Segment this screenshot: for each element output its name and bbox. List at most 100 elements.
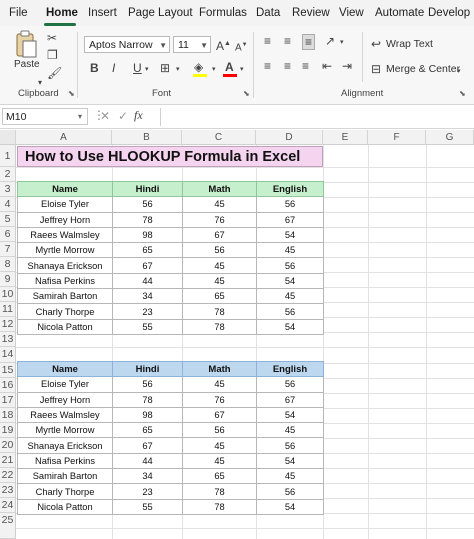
cell-english[interactable]: 56 (256, 257, 324, 274)
cell-name[interactable]: Shanaya Erickson (17, 257, 113, 274)
cell-name[interactable]: Myrtle Morrow (17, 422, 113, 439)
cut-icon[interactable]: ✂ (47, 31, 57, 45)
grow-font-icon[interactable]: A▲ (216, 37, 231, 53)
clipboard-launcher-icon[interactable]: ⬊ (68, 89, 75, 98)
menu-view[interactable]: View (339, 0, 364, 26)
format-painter-icon[interactable]: 🖌 (47, 66, 62, 80)
cell-hindi[interactable]: 56 (112, 376, 183, 393)
row-header[interactable]: 5 (0, 212, 16, 228)
row-header[interactable]: 3 (0, 182, 16, 198)
merge-center-button[interactable]: Merge & Center (386, 63, 460, 75)
cell-math[interactable]: 56 (182, 422, 257, 439)
cell-math[interactable]: 45 (182, 452, 257, 470)
cell-math[interactable]: 45 (182, 257, 257, 274)
cell-hindi[interactable]: 56 (112, 196, 183, 213)
cell-name[interactable]: Myrtle Morrow (17, 242, 113, 259)
cell-math[interactable]: 76 (182, 391, 257, 408)
merge-dropdown-icon[interactable]: ▾ (457, 65, 461, 79)
column-header-e[interactable]: E (323, 130, 368, 145)
menu-developer[interactable]: Develop (428, 0, 470, 26)
cell-english[interactable]: 45 (256, 422, 324, 439)
column-header-a[interactable]: A (16, 130, 112, 145)
cell-math[interactable]: 65 (182, 288, 257, 305)
cell-english[interactable]: 56 (256, 196, 324, 213)
cell-math[interactable]: 45 (182, 196, 257, 213)
row-header[interactable]: 14 (0, 347, 16, 363)
cell-math[interactable]: 76 (182, 211, 257, 228)
cancel-icon[interactable]: ✕ (100, 109, 110, 123)
align-center-icon[interactable]: ≡ (284, 59, 291, 73)
cell-math[interactable]: 65 (182, 468, 257, 485)
row-header[interactable]: 7 (0, 242, 16, 258)
cell-name[interactable]: Charly Thorpe (17, 483, 113, 500)
cell-english[interactable]: 54 (256, 452, 324, 470)
cell-name[interactable]: Samirah Barton (17, 288, 113, 305)
cell-english[interactable]: 56 (256, 376, 324, 393)
borders-icon[interactable]: ⊞ (160, 61, 170, 75)
formula-input[interactable] (164, 108, 470, 126)
row-header[interactable]: 19 (0, 422, 16, 438)
cell-name[interactable]: Nafisa Perkins (17, 272, 113, 290)
wrap-text-icon[interactable]: ↩ (371, 37, 381, 51)
row-header[interactable]: 9 (0, 272, 16, 288)
bold-button[interactable]: B (90, 61, 99, 75)
cell-english[interactable]: 56 (256, 483, 324, 500)
cell-name[interactable]: Samirah Barton (17, 468, 113, 485)
orientation-dropdown-icon[interactable]: ▾ (340, 36, 344, 50)
header-math[interactable]: Math (182, 180, 257, 198)
fill-color-button[interactable]: ◈ (193, 60, 209, 78)
orientation-icon[interactable]: ↗ (325, 34, 335, 48)
cell-english[interactable]: 45 (256, 468, 324, 485)
cell-english[interactable]: 45 (256, 242, 324, 259)
insert-function-button[interactable]: fx (134, 108, 143, 122)
header-english[interactable]: English (256, 180, 324, 198)
header-hindi[interactable]: Hindi (112, 360, 183, 378)
row-header[interactable]: 1 (0, 145, 16, 167)
row-header[interactable]: 8 (0, 257, 16, 273)
enter-icon[interactable]: ✓ (118, 109, 128, 123)
cell-hindi[interactable]: 78 (112, 211, 183, 228)
align-bottom-icon[interactable]: ≡ (302, 34, 316, 50)
cell-hindi[interactable]: 44 (112, 272, 183, 290)
cell-hindi[interactable]: 98 (112, 226, 183, 244)
row-header[interactable]: 17 (0, 392, 16, 408)
menu-data[interactable]: Data (256, 0, 280, 26)
row-header[interactable]: 2 (0, 167, 16, 183)
paste-button[interactable] (14, 30, 38, 60)
row-header[interactable]: 22 (0, 467, 16, 483)
cell-english[interactable]: 54 (256, 272, 324, 290)
cell-name[interactable]: Nicola Patton (17, 318, 113, 335)
column-header-c[interactable]: C (182, 130, 256, 145)
header-name[interactable]: Name (17, 360, 113, 378)
row-header[interactable]: 20 (0, 437, 16, 453)
name-box[interactable]: M10 (2, 108, 88, 125)
cell-name[interactable]: Raees Walmsley (17, 406, 113, 424)
cell-math[interactable]: 56 (182, 242, 257, 259)
row-header[interactable]: 11 (0, 302, 16, 318)
menu-formulas[interactable]: Formulas (199, 0, 247, 26)
cell-name[interactable]: Jeffrey Horn (17, 211, 113, 228)
menu-file[interactable]: File (9, 0, 28, 26)
cell-hindi[interactable]: 67 (112, 437, 183, 454)
cell-name[interactable]: Shanaya Erickson (17, 437, 113, 454)
font-launcher-icon[interactable]: ⬊ (243, 89, 250, 98)
shrink-font-icon[interactable]: A▼ (235, 38, 248, 55)
cell-english[interactable]: 56 (256, 437, 324, 454)
align-right-icon[interactable]: ≡ (302, 59, 309, 73)
cell-hindi[interactable]: 78 (112, 391, 183, 408)
italic-button[interactable]: I (112, 61, 115, 75)
cell-name[interactable]: Nafisa Perkins (17, 452, 113, 470)
row-header[interactable]: 6 (0, 227, 16, 243)
cell-name[interactable]: Raees Walmsley (17, 226, 113, 244)
menu-automate[interactable]: Automate (375, 0, 424, 26)
row-header[interactable]: 21 (0, 452, 16, 468)
cell-name[interactable]: Eloise Tyler (17, 196, 113, 213)
increase-indent-icon[interactable]: ⇥ (342, 59, 352, 73)
select-all-button[interactable] (0, 130, 16, 145)
column-header-d[interactable]: D (256, 130, 323, 145)
row-header[interactable]: 16 (0, 377, 16, 393)
font-size-dropdown[interactable]: 11 ▼ (173, 36, 211, 53)
cell-english[interactable]: 54 (256, 498, 324, 515)
cell-name[interactable]: Charly Thorpe (17, 303, 113, 320)
cell-hindi[interactable]: 55 (112, 318, 183, 335)
